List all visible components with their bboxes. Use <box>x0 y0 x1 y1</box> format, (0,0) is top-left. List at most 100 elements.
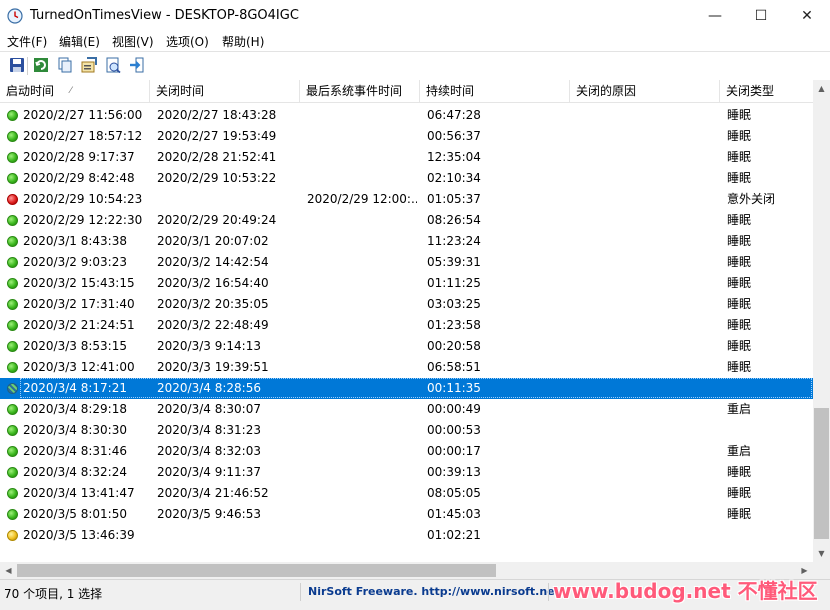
table-row[interactable]: 2020/2/29 8:42:48 2020/2/29 10:53:22 02:10… <box>0 168 813 189</box>
table-row[interactable]: 2020/2/28 9:17:37 2020/2/28 21:52:41 12:35… <box>0 147 813 168</box>
title-bar: TurnedOnTimesView - DESKTOP-8GO4IGC — ☐ … <box>0 0 830 31</box>
copy-icon[interactable] <box>57 57 73 73</box>
menu-options[interactable]: 选项(O) <box>166 33 209 50</box>
table-row[interactable]: 2020/3/4 8:30:30 2020/3/4 8:31:23 00:00:53 <box>0 420 813 441</box>
status-green-icon <box>7 173 18 184</box>
column-header-last-event-time[interactable]: 最后系统事件时间 <box>300 80 420 102</box>
last-event-time-cell <box>307 252 417 273</box>
column-header-shutdown-time[interactable]: 关闭时间 <box>150 80 300 102</box>
shutdown-type-cell: 重启 <box>727 444 752 458</box>
column-header-shutdown-type[interactable]: 关闭类型 <box>720 80 813 102</box>
item-count-status: 70 个项目, 1 选择 <box>4 587 103 601</box>
status-green-icon <box>7 299 18 310</box>
table-row[interactable]: 2020/3/4 8:17:21 2020/3/4 8:28:56 00:11:35 <box>0 378 813 399</box>
table-row[interactable]: 2020/3/4 8:29:18 2020/3/4 8:30:07 00:00:49… <box>0 399 813 420</box>
status-green-icon <box>7 236 18 247</box>
status-green-icon <box>7 404 18 415</box>
scroll-left-icon[interactable]: ◀ <box>0 562 17 579</box>
duration-cell: 06:47:28 <box>427 108 481 122</box>
duration-cell: 00:39:13 <box>427 465 481 479</box>
properties-icon[interactable] <box>81 57 97 73</box>
column-header-shutdown-reason[interactable]: 关闭的原因 <box>570 80 720 102</box>
scroll-up-icon[interactable]: ▲ <box>813 80 830 97</box>
column-header-start-time[interactable]: 启动时间 ⁄ <box>0 80 150 102</box>
table-row[interactable]: 2020/3/4 8:31:46 2020/3/4 8:32:03 00:00:17… <box>0 441 813 462</box>
table-row[interactable]: 2020/3/2 15:43:15 2020/3/2 16:54:40 01:11:… <box>0 273 813 294</box>
table-row[interactable]: 2020/3/1 8:43:38 2020/3/1 20:07:02 11:23:2… <box>0 231 813 252</box>
shutdown-time-cell: 2020/3/3 9:14:13 <box>157 339 261 353</box>
menu-edit[interactable]: 编辑(E) <box>59 33 100 50</box>
times-list: 2020/2/27 11:56:00 2020/2/27 18:43:28 06:4… <box>0 105 813 560</box>
start-time-cell: 2020/3/4 8:32:24 <box>23 465 127 479</box>
scroll-down-icon[interactable]: ▼ <box>813 545 830 562</box>
shutdown-type-cell: 睡眠 <box>727 234 752 248</box>
shutdown-time-cell: 2020/3/5 9:46:53 <box>157 507 261 521</box>
table-row[interactable]: 2020/3/2 17:31:40 2020/3/2 20:35:05 03:03:… <box>0 294 813 315</box>
status-green-icon <box>7 467 18 478</box>
menu-view[interactable]: 视图(V) <box>112 33 154 50</box>
status-green-icon <box>7 131 18 142</box>
start-time-cell: 2020/3/3 12:41:00 <box>23 360 135 374</box>
exit-icon[interactable] <box>129 57 145 73</box>
table-row[interactable]: 2020/3/4 13:41:47 2020/3/4 21:46:52 08:05:… <box>0 483 813 504</box>
table-row[interactable]: 2020/2/29 10:54:23 2020/2/29 12:00:... 01:… <box>0 189 813 210</box>
vertical-scroll-thumb[interactable] <box>814 408 829 539</box>
table-row[interactable]: 2020/3/2 9:03:23 2020/3/2 14:42:54 05:39:3… <box>0 252 813 273</box>
last-event-time-cell: 2020/2/29 12:00:... <box>307 192 417 206</box>
table-row[interactable]: 2020/2/29 12:22:30 2020/2/29 20:49:24 08:2… <box>0 210 813 231</box>
last-event-time-cell <box>307 399 417 420</box>
table-row[interactable]: 2020/2/27 11:56:00 2020/2/27 18:43:28 06:4… <box>0 105 813 126</box>
last-event-time-cell <box>307 231 417 252</box>
last-event-time-cell <box>307 168 417 189</box>
duration-cell: 00:00:53 <box>427 423 481 437</box>
duration-cell: 12:35:04 <box>427 150 481 164</box>
close-button[interactable]: ✕ <box>784 0 830 31</box>
shutdown-time-cell: 2020/2/27 19:53:49 <box>157 129 277 143</box>
duration-cell: 01:05:37 <box>427 192 481 206</box>
duration-cell: 05:39:31 <box>427 255 481 269</box>
start-time-cell: 2020/3/4 8:30:30 <box>23 423 127 437</box>
nirsoft-link[interactable]: NirSoft Freeware. http://www.nirsoft.net <box>308 585 560 598</box>
shutdown-time-cell: 2020/2/29 10:53:22 <box>157 171 277 185</box>
menu-file[interactable]: 文件(F) <box>7 33 47 50</box>
column-header-duration[interactable]: 持续时间 <box>420 80 570 102</box>
table-row[interactable]: 2020/3/2 21:24:51 2020/3/2 22:48:49 01:23:… <box>0 315 813 336</box>
table-row[interactable]: 2020/3/5 8:01:50 2020/3/5 9:46:53 01:45:03… <box>0 504 813 525</box>
shutdown-type-cell: 睡眠 <box>727 360 752 374</box>
last-event-time-cell <box>307 336 417 357</box>
start-time-cell: 2020/3/4 13:41:47 <box>23 486 135 500</box>
table-row[interactable]: 2020/3/3 8:53:15 2020/3/3 9:14:13 00:20:58… <box>0 336 813 357</box>
refresh-icon[interactable] <box>33 57 49 73</box>
maximize-button[interactable]: ☐ <box>738 0 784 31</box>
status-green-icon <box>7 362 18 373</box>
table-row[interactable]: 2020/3/5 13:46:39 01:02:21 <box>0 525 813 546</box>
menu-help[interactable]: 帮助(H) <box>222 33 264 50</box>
shutdown-time-cell: 2020/2/28 21:52:41 <box>157 150 277 164</box>
duration-cell: 02:10:34 <box>427 171 481 185</box>
save-icon[interactable] <box>9 57 25 73</box>
html-report-icon[interactable] <box>105 57 121 73</box>
table-row[interactable]: 2020/2/27 18:57:12 2020/2/27 19:53:49 00:5… <box>0 126 813 147</box>
last-event-time-cell <box>307 378 417 399</box>
status-separator <box>548 583 549 601</box>
column-header-label: 启动时间 <box>6 84 55 98</box>
horizontal-scroll-thumb[interactable] <box>17 564 496 577</box>
shutdown-type-cell: 睡眠 <box>727 297 752 311</box>
shutdown-type-cell: 睡眠 <box>727 129 752 143</box>
last-event-time-cell <box>307 147 417 168</box>
start-time-cell: 2020/3/5 13:46:39 <box>23 528 135 542</box>
duration-cell: 03:03:25 <box>427 297 481 311</box>
shutdown-type-cell: 睡眠 <box>727 507 752 521</box>
start-time-cell: 2020/3/5 8:01:50 <box>23 507 127 521</box>
last-event-time-cell <box>307 273 417 294</box>
toolbar <box>0 51 830 81</box>
window-title: TurnedOnTimesView - DESKTOP-8GO4IGC <box>30 8 299 23</box>
list-header: 启动时间 ⁄ 关闭时间 最后系统事件时间 持续时间 关闭的原因 关闭类型 <box>0 80 813 103</box>
shutdown-type-cell: 睡眠 <box>727 276 752 290</box>
table-row[interactable]: 2020/3/3 12:41:00 2020/3/3 19:39:51 06:58:… <box>0 357 813 378</box>
table-row[interactable]: 2020/3/4 8:32:24 2020/3/4 9:11:37 00:39:13… <box>0 462 813 483</box>
duration-cell: 11:23:24 <box>427 234 481 248</box>
minimize-button[interactable]: — <box>692 0 738 31</box>
last-event-time-cell <box>307 105 417 126</box>
shutdown-time-cell: 2020/3/4 8:28:56 <box>157 381 261 395</box>
